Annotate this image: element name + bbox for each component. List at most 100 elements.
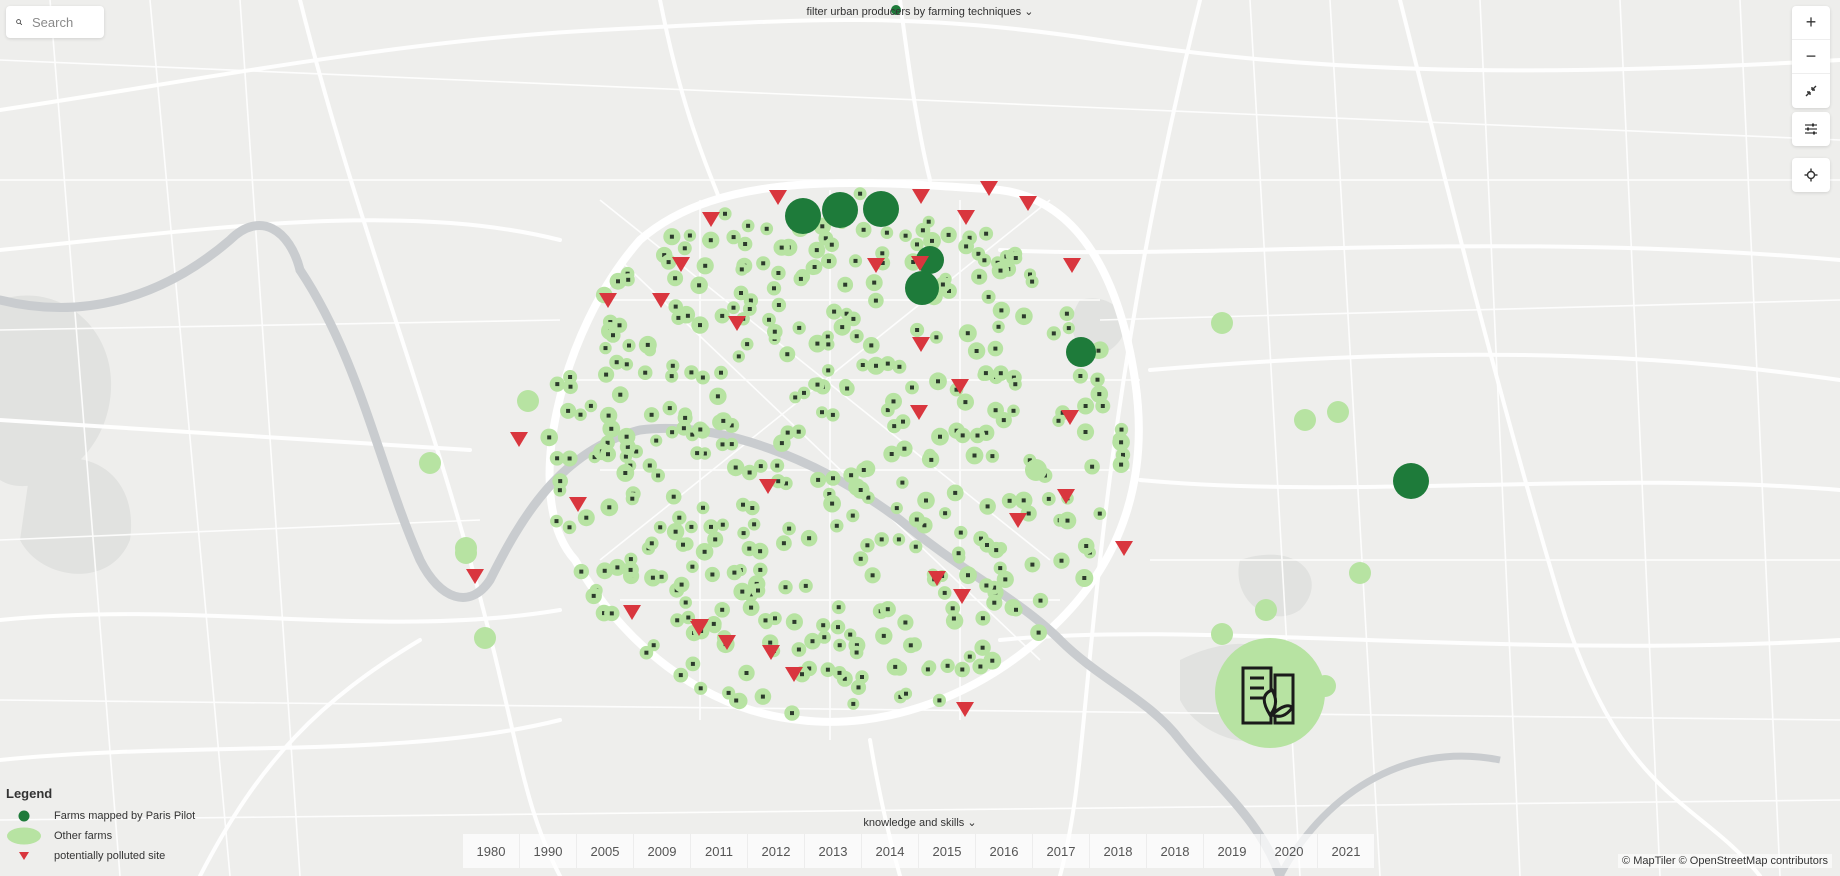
year-option[interactable]: 2015 (919, 834, 976, 868)
farm-marker[interactable] (987, 340, 1004, 357)
farm-marker[interactable] (1327, 401, 1349, 423)
farm-marker[interactable] (617, 427, 636, 446)
year-option[interactable]: 1980 (463, 834, 520, 868)
farm-marker[interactable] (816, 618, 831, 633)
farm-marker[interactable] (604, 605, 620, 622)
farm-marker[interactable] (562, 520, 577, 535)
pilot-farm-marker[interactable] (1066, 337, 1096, 367)
farm-marker[interactable] (673, 576, 690, 593)
farm-marker[interactable] (1294, 409, 1316, 431)
farm-marker[interactable] (974, 639, 991, 656)
farm-marker[interactable] (599, 341, 612, 355)
farm-marker[interactable] (792, 321, 806, 335)
farm-marker[interactable] (860, 538, 875, 553)
farm-marker[interactable] (929, 330, 943, 344)
farm-marker[interactable] (820, 662, 836, 678)
farm-marker[interactable] (665, 488, 682, 505)
farm-marker[interactable] (958, 238, 974, 255)
farm-marker[interactable] (910, 322, 925, 338)
farm-marker[interactable] (737, 526, 750, 540)
farm-marker[interactable] (600, 446, 616, 463)
farm-marker[interactable] (947, 611, 961, 626)
farm-marker[interactable] (1349, 562, 1371, 584)
farm-marker[interactable] (875, 627, 893, 645)
farm-marker[interactable] (778, 580, 793, 595)
farm-marker[interactable] (1077, 397, 1095, 415)
farm-marker[interactable] (702, 231, 720, 249)
farm-marker[interactable] (1046, 326, 1061, 341)
farm-marker[interactable] (685, 520, 698, 534)
farm-marker[interactable] (714, 602, 730, 618)
farm-marker[interactable] (740, 337, 754, 351)
year-option[interactable]: 2017 (1033, 834, 1090, 868)
technique-filter-dropdown[interactable]: filter urban producers by farming techni… (0, 5, 1840, 18)
farm-marker[interactable] (880, 226, 894, 239)
farm-marker[interactable] (830, 619, 846, 635)
farm-marker[interactable] (1090, 372, 1105, 387)
farm-marker[interactable] (1211, 312, 1233, 334)
farm-marker[interactable] (704, 566, 721, 583)
farm-marker[interactable] (672, 510, 687, 525)
farm-marker[interactable] (978, 365, 994, 381)
farm-marker[interactable] (455, 542, 477, 564)
farm-marker[interactable] (705, 616, 722, 632)
settings-button[interactable] (1792, 112, 1830, 146)
farm-marker[interactable] (862, 337, 880, 354)
pilot-farm-marker[interactable] (1393, 463, 1429, 499)
pilot-farm-marker[interactable] (863, 191, 899, 227)
year-option[interactable]: 2020 (1261, 834, 1318, 868)
farm-marker[interactable] (972, 658, 989, 675)
farm-marker[interactable] (611, 386, 629, 404)
large-farm-marker[interactable] (1215, 638, 1325, 748)
farm-marker[interactable] (729, 693, 744, 708)
farm-marker[interactable] (798, 578, 813, 593)
farm-marker[interactable] (577, 509, 595, 527)
farm-marker[interactable] (714, 412, 732, 430)
farm-marker[interactable] (736, 497, 750, 512)
farm-marker[interactable] (753, 562, 768, 578)
farm-marker[interactable] (690, 276, 708, 295)
farm-marker[interactable] (958, 324, 977, 343)
farm-marker[interactable] (714, 308, 730, 324)
farm-marker[interactable] (963, 650, 976, 663)
farm-marker[interactable] (959, 566, 977, 585)
farm-marker[interactable] (1032, 592, 1049, 609)
farm-marker[interactable] (716, 518, 729, 531)
farm-marker[interactable] (727, 301, 740, 315)
farm-marker[interactable] (971, 268, 988, 285)
farm-marker[interactable] (517, 390, 539, 412)
farm-marker[interactable] (1255, 599, 1277, 621)
knowledge-filter-dropdown[interactable]: knowledge and skills ⌄ (0, 816, 1840, 829)
farm-marker[interactable] (1095, 398, 1111, 414)
year-option[interactable]: 2009 (634, 834, 691, 868)
farm-marker[interactable] (823, 494, 841, 513)
farm-marker[interactable] (1025, 275, 1039, 289)
farm-marker[interactable] (692, 421, 709, 438)
farm-marker[interactable] (909, 540, 923, 554)
farm-marker[interactable] (825, 470, 841, 486)
farm-marker[interactable] (691, 316, 709, 334)
farm-marker[interactable] (549, 376, 565, 392)
farm-marker[interactable] (663, 228, 681, 246)
farm-marker[interactable] (647, 639, 660, 652)
farm-marker[interactable] (1041, 492, 1056, 506)
year-option[interactable]: 2018 (1090, 834, 1147, 868)
farm-marker[interactable] (574, 408, 587, 422)
farm-marker[interactable] (1093, 507, 1107, 520)
farm-marker[interactable] (848, 254, 863, 268)
farm-marker[interactable] (833, 318, 851, 336)
farm-marker[interactable] (979, 578, 994, 593)
farm-marker[interactable] (742, 599, 760, 616)
farm-marker[interactable] (965, 446, 984, 465)
farm-marker[interactable] (616, 464, 635, 482)
pilot-farm-marker[interactable] (905, 271, 939, 305)
farm-marker[interactable] (1075, 569, 1094, 587)
farm-marker[interactable] (855, 670, 869, 684)
farm-marker[interactable] (981, 289, 996, 304)
farm-marker[interactable] (939, 507, 952, 520)
farm-marker[interactable] (985, 449, 1000, 463)
farm-marker[interactable] (609, 354, 625, 370)
pilot-farm-marker[interactable] (785, 198, 821, 234)
farm-marker[interactable] (733, 285, 749, 301)
farm-marker[interactable] (771, 265, 786, 281)
